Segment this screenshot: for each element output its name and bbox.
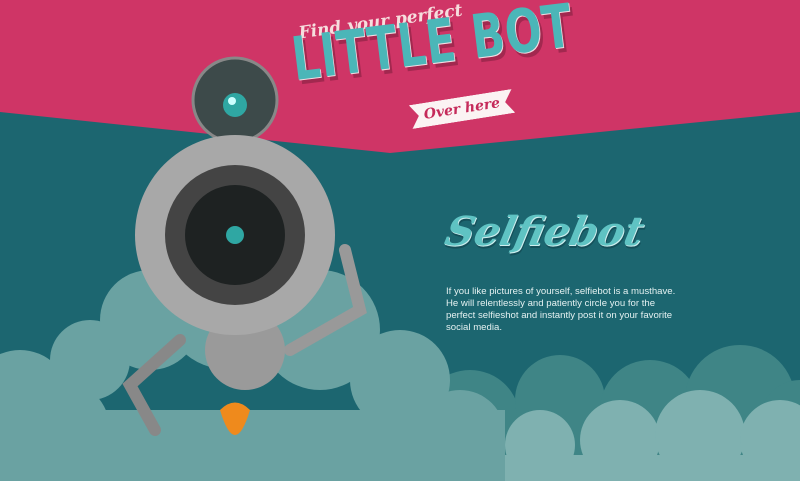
product-description: If you like pictures of yourself, selfie… [446,286,676,333]
clouds [0,230,800,481]
product-name: Selfiebot [441,208,649,255]
